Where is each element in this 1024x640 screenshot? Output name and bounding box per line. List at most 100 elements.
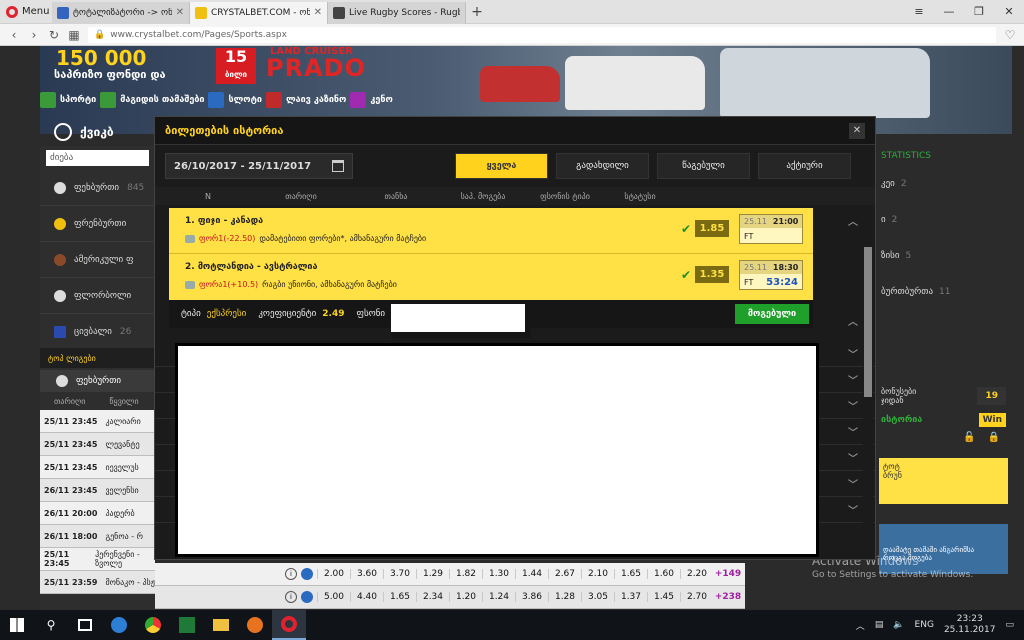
clock[interactable]: 23:23 25.11.2017 — [944, 614, 996, 636]
browser-menu-button[interactable]: Menu — [0, 0, 52, 24]
won-status-button[interactable]: მოგებული — [735, 304, 809, 324]
edge-button[interactable] — [102, 610, 136, 640]
odd-cell[interactable]: 1.82 — [449, 569, 482, 579]
filter-all-button[interactable]: ყველა — [455, 153, 548, 179]
collapse-chevron-icon[interactable]: ︿ — [845, 313, 861, 328]
match-row[interactable]: 25/11 23:59 მონაკო - პსჟ — [40, 571, 155, 594]
right-item[interactable]: კეი 2 — [875, 166, 1012, 202]
notifications-icon[interactable]: ▭ — [1005, 620, 1014, 630]
odd-cell[interactable]: 3.05 — [581, 592, 614, 602]
expand-chevron-icon[interactable]: ﹀ — [845, 476, 861, 491]
firefox-button[interactable] — [238, 610, 272, 640]
reload-icon[interactable]: ↻ — [48, 28, 60, 42]
bonus-row[interactable]: ბონუსები ჯიდან 19 — [875, 384, 1012, 408]
info-icon[interactable]: i — [285, 568, 297, 580]
sidebar-item-american-football[interactable]: ამერიკული ფ — [40, 242, 155, 278]
filter-active-button[interactable]: აქტიური — [758, 153, 851, 179]
tab-totalizator[interactable]: ტოტალიზატორი -> ონ ✕ — [52, 1, 190, 24]
scrollbar-thumb[interactable] — [864, 247, 872, 397]
volume-icon[interactable]: 🔈 — [893, 620, 904, 630]
odd-cell[interactable]: 3.60 — [350, 569, 383, 579]
expand-chevron-icon[interactable]: ﹀ — [845, 450, 861, 465]
task-view-button[interactable] — [68, 610, 102, 640]
odd-cell[interactable]: 3.86 — [515, 592, 548, 602]
odd-cell[interactable]: 2.10 — [581, 569, 614, 579]
odd-cell[interactable]: 1.65 — [614, 569, 647, 579]
expand-chevron-icon[interactable]: ﹀ — [845, 346, 861, 361]
opera-button[interactable] — [272, 610, 306, 640]
explorer-button[interactable] — [204, 610, 238, 640]
odd-cell[interactable]: 1.45 — [647, 592, 680, 602]
odd-cell[interactable]: 2.67 — [548, 569, 581, 579]
match-row[interactable]: 25/11 23:45 ჰერენვენი - ზვოლე — [40, 548, 155, 571]
odd-cell[interactable]: 4.40 — [350, 592, 383, 602]
odd-cell[interactable]: 1.28 — [548, 592, 581, 602]
match-row[interactable]: 26/11 20:00 პადერბ — [40, 502, 155, 525]
match-row[interactable]: 25/11 23:45 კალიარი — [40, 410, 155, 433]
odd-cell[interactable]: 3.70 — [383, 569, 416, 579]
odd-cell[interactable]: 1.37 — [614, 592, 647, 602]
odd-cell[interactable]: 2.20 — [680, 569, 713, 579]
right-item[interactable]: ზისი 5 — [875, 238, 1012, 274]
stats-icon[interactable] — [301, 568, 313, 580]
lock-icon[interactable]: 🔒 — [988, 432, 1000, 450]
sidebar-item-volleyball[interactable]: ფრენბურთი — [40, 206, 155, 242]
nav-table-games[interactable]: მაგიდის თამაშები — [100, 92, 204, 108]
excel-button[interactable] — [170, 610, 204, 640]
odd-cell[interactable]: 1.24 — [482, 592, 515, 602]
close-icon[interactable]: ✕ — [849, 122, 865, 139]
expand-chevron-icon[interactable]: ﹀ — [845, 398, 861, 413]
filter-lost-button[interactable]: წაგებული — [657, 153, 750, 179]
more-markets-link[interactable]: +149 — [713, 569, 743, 579]
odd-cell[interactable]: 1.60 — [647, 569, 680, 579]
odd-cell[interactable]: 2.34 — [416, 592, 449, 602]
close-tab-icon[interactable]: ✕ — [314, 7, 322, 18]
speed-dial-icon[interactable]: ▦ — [68, 28, 80, 42]
nav-sport[interactable]: სპორტი — [40, 92, 96, 108]
expand-chevron-icon[interactable]: ﹀ — [845, 372, 861, 387]
sidebar-item-ice-hockey[interactable]: ცივბალი 26 — [40, 314, 155, 350]
statistics-link[interactable]: STATISTICS — [875, 146, 1012, 166]
match-row[interactable]: 26/11 18:00 გენოა - რ — [40, 525, 155, 548]
right-item[interactable]: ბურთბურთა 11 — [875, 274, 1012, 310]
history-row[interactable]: ისტორია Win — [875, 408, 1012, 432]
odd-cell[interactable]: 1.65 — [383, 592, 416, 602]
more-markets-link[interactable]: +238 — [713, 592, 743, 602]
modal-scrollbar[interactable] — [863, 247, 873, 559]
chrome-button[interactable] — [136, 610, 170, 640]
sidebar-item-floorball[interactable]: ფლორბოლი — [40, 278, 155, 314]
odd-cell[interactable]: 1.20 — [449, 592, 482, 602]
match-row[interactable]: 25/11 23:45 იეველუს — [40, 456, 155, 479]
new-tab-button[interactable]: + — [466, 4, 488, 20]
right-item[interactable]: ი2 — [875, 202, 1012, 238]
tab-menu-icon[interactable]: ≡ — [904, 5, 934, 18]
quickbet-header[interactable]: ქვიკბ — [40, 120, 160, 144]
chevron-up-icon[interactable]: ︿ — [856, 619, 865, 632]
minimize-icon[interactable]: — — [934, 5, 964, 18]
match-row[interactable]: 26/11 23:45 ველენსი — [40, 479, 155, 502]
odd-cell[interactable]: 5.00 — [317, 592, 350, 602]
expand-chevron-icon[interactable]: ﹀ — [845, 424, 861, 439]
address-input[interactable]: 🔒 www.crystalbet.com/Pages/Sports.aspx — [88, 26, 996, 43]
unlock-icon[interactable]: 🔓 — [963, 432, 975, 450]
close-window-icon[interactable]: ✕ — [994, 5, 1024, 18]
heart-icon[interactable]: ♡ — [1004, 28, 1016, 42]
match-list-header[interactable]: ფეხბურთი — [40, 370, 155, 392]
odd-cell[interactable]: 2.00 — [317, 569, 350, 579]
date-range-input[interactable]: 26/10/2017 - 25/11/2017 — [165, 153, 353, 179]
tab-crystalbet[interactable]: CRYSTALBET.COM - ონლ ✕ — [190, 1, 328, 24]
yellow-promo[interactable]: ტოტ ბრუნ — [879, 458, 1008, 504]
filter-paid-button[interactable]: გადახდილი — [556, 153, 649, 179]
stats-icon[interactable] — [301, 591, 313, 603]
calendar-icon[interactable] — [332, 160, 344, 172]
sport-search-input[interactable]: ძიება — [46, 150, 149, 166]
sidebar-item-football[interactable]: ფეხბურთი 845 — [40, 170, 155, 206]
nav-live-casino[interactable]: ლაივ კაზინო — [265, 92, 346, 108]
odd-cell[interactable]: 1.29 — [416, 569, 449, 579]
nav-keno[interactable]: კენო — [350, 92, 393, 108]
nav-slot[interactable]: სლოტი — [208, 92, 262, 108]
odd-cell[interactable]: 1.44 — [515, 569, 548, 579]
language-indicator[interactable]: ENG — [915, 620, 934, 630]
odd-cell[interactable]: 2.70 — [680, 592, 713, 602]
restore-icon[interactable]: ❐ — [964, 5, 994, 18]
